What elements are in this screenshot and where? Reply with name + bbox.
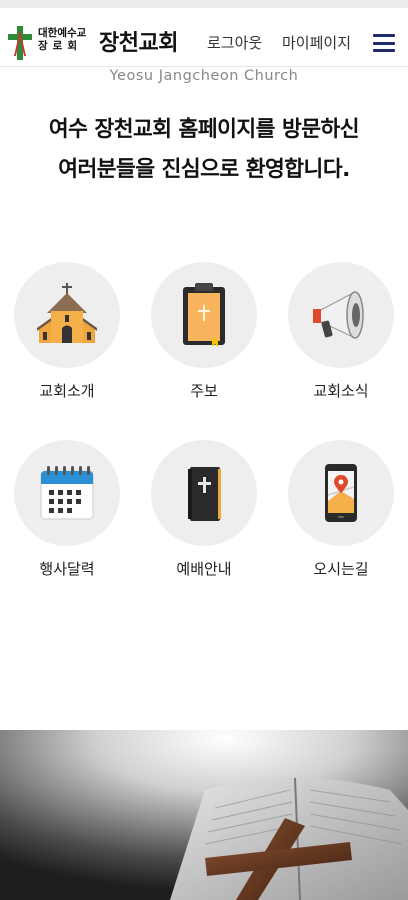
denomination-line2: 장로회 <box>38 40 82 52</box>
welcome-line2: 여러분들을 진심으로 환영합니다. <box>58 157 350 182</box>
menu-tile-church-news[interactable]: 교회소식 <box>276 262 406 422</box>
hamburger-menu-icon[interactable] <box>373 34 395 52</box>
top-strip <box>0 0 408 8</box>
bible-cross-photo <box>0 730 408 900</box>
logout-link[interactable]: 로그아웃 <box>207 32 262 53</box>
menu-tile-directions[interactable]: 오시는길 <box>276 440 406 600</box>
bulletin-clipboard-icon <box>183 283 225 347</box>
church-logo-icon[interactable] <box>8 26 32 60</box>
menu-label: 주보 <box>190 382 218 400</box>
menu-label: 행사달력 <box>39 560 95 578</box>
bible-icon <box>188 467 221 521</box>
menu-tile-worship-guide[interactable]: 예배안내 <box>139 440 269 600</box>
bible-cross-image <box>0 730 408 900</box>
map-phone-icon <box>325 464 357 522</box>
church-building-icon <box>37 283 97 343</box>
calendar-icon <box>40 466 94 520</box>
megaphone-icon <box>313 291 364 339</box>
welcome-line1: 여수 장천교회 홈페이지를 방문하신 <box>48 117 360 142</box>
denomination-line1: 대한예수교 <box>38 27 87 39</box>
menu-label: 오시는길 <box>313 560 369 578</box>
church-name[interactable]: 장천교회 <box>99 25 178 57</box>
menu-label: 예배안내 <box>176 560 232 578</box>
menu-tile-event-calendar[interactable]: 행사달력 <box>2 440 132 600</box>
welcome-message: 여수 장천교회 홈페이지를 방문하신 여러분들을 진심으로 환영합니다. <box>0 110 408 190</box>
mypage-link[interactable]: 마이페이지 <box>282 32 351 53</box>
menu-tile-bulletin[interactable]: 주보 <box>139 262 269 422</box>
denomination-text: 대한예수교 장로회 <box>38 27 86 53</box>
menu-tile-church-intro[interactable]: 교회소개 <box>2 262 132 422</box>
menu-label: 교회소식 <box>313 382 369 400</box>
menu-label: 교회소개 <box>39 382 95 400</box>
header: 대한예수교 장로회 장천교회 로그아웃 마이페이지 <box>0 8 408 67</box>
church-english-name: Yeosu Jangcheon Church <box>109 68 299 84</box>
